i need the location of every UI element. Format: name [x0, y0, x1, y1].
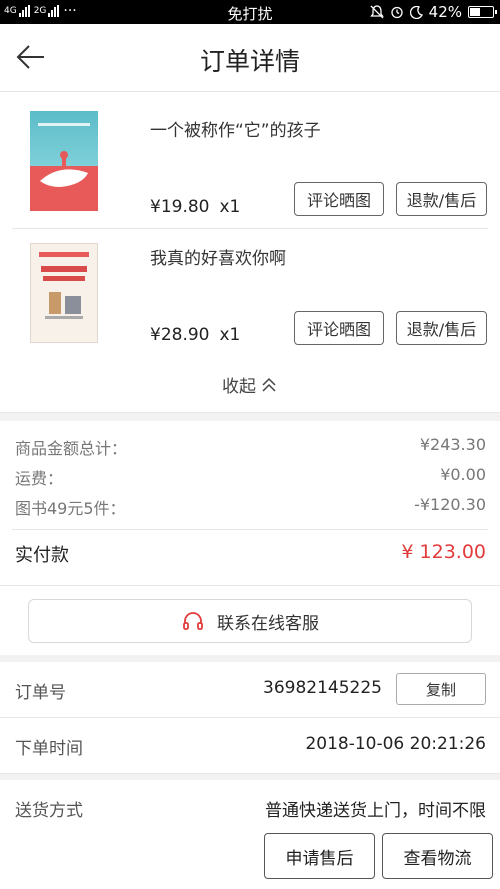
order-number-row: 订单号 36982145225 复制 — [0, 662, 500, 718]
delivery-row: 送货方式 普通快递送货上门，时间不限 — [0, 780, 500, 836]
product-price: ¥19.80 x1 — [150, 197, 240, 217]
divider — [12, 529, 488, 530]
order-number: 36982145225 — [263, 678, 382, 698]
product-item[interactable]: 我真的好喜欢你啊 ¥28.90 x1 评论晒图 退款/售后 — [0, 229, 500, 357]
collapse-button[interactable]: 收起 — [0, 357, 500, 413]
header: 订单详情 — [0, 24, 500, 92]
order-time-label: 下单时间 — [15, 739, 83, 759]
battery-percent: 42% — [428, 3, 462, 21]
after-sale-button[interactable]: 申请售后 — [264, 833, 375, 879]
summary-row: 运费： ¥0.00 — [15, 465, 486, 493]
product-name[interactable]: 我真的好喜欢你啊 — [150, 244, 286, 269]
book-illustration-icon — [39, 252, 89, 319]
section-gap — [0, 413, 500, 421]
summary-value: -¥120.30 — [414, 495, 486, 514]
collapse-label: 收起 — [222, 377, 256, 397]
battery-fill — [470, 8, 481, 16]
review-button[interactable]: 评论晒图 — [294, 311, 384, 345]
refund-button[interactable]: 退款/售后 — [396, 182, 487, 216]
summary-row: 图书49元5件： -¥120.30 — [15, 495, 486, 523]
customer-service-label: 联系在线客服 — [217, 613, 319, 634]
status-bar: 4G 2G ··· 免打扰 42% — [0, 0, 500, 24]
price-value: ¥19.80 — [150, 197, 210, 217]
product-name[interactable]: 一个被称作“它”的孩子 — [150, 116, 321, 141]
page-title: 订单详情 — [199, 47, 300, 76]
chevron-up-icon — [262, 377, 276, 392]
product-qty: x1 — [219, 197, 241, 217]
product-item[interactable]: 一个被称作“它”的孩子 ¥19.80 x1 评论晒图 退款/售后 — [0, 101, 500, 229]
summary-value: ¥243.30 — [419, 435, 486, 454]
moon-icon — [409, 5, 423, 19]
status-right: 42% — [369, 3, 497, 21]
product-qty: x1 — [219, 325, 241, 345]
summary-label: 商品金额总计： — [15, 439, 128, 458]
copy-button[interactable]: 复制 — [396, 673, 486, 705]
delivery-label: 送货方式 — [15, 801, 83, 821]
paid-label: 实付款 — [15, 545, 69, 566]
product-price: ¥28.90 x1 — [150, 325, 240, 345]
order-time: 2018-10-06 20:21:26 — [305, 734, 486, 754]
book-cover — [30, 243, 98, 343]
logistics-button[interactable]: 查看物流 — [382, 833, 493, 879]
summary-row: 商品金额总计： ¥243.30 — [15, 435, 486, 463]
paid-amount: ¥ 123.00 — [401, 541, 486, 563]
section-gap — [0, 655, 500, 662]
summary-value: ¥0.00 — [440, 465, 486, 484]
battery-icon — [468, 6, 497, 18]
summary-label: 图书49元5件： — [15, 499, 126, 518]
headset-icon — [183, 612, 203, 630]
order-time-row: 下单时间 2018-10-06 20:21:26 — [0, 718, 500, 774]
delivery-method: 普通快递送货上门，时间不限 — [265, 801, 486, 821]
review-button[interactable]: 评论晒图 — [294, 182, 384, 216]
alarm-icon — [391, 6, 403, 19]
summary-label: 运费： — [15, 469, 64, 488]
customer-service-button[interactable]: 联系在线客服 — [28, 599, 472, 643]
bell-off-icon — [369, 5, 384, 19]
refund-button[interactable]: 退款/售后 — [396, 311, 487, 345]
order-number-label: 订单号 — [15, 683, 66, 703]
divider — [0, 585, 500, 586]
whale-illustration-icon — [38, 123, 90, 187]
book-cover — [30, 111, 98, 211]
price-value: ¥28.90 — [150, 325, 210, 345]
